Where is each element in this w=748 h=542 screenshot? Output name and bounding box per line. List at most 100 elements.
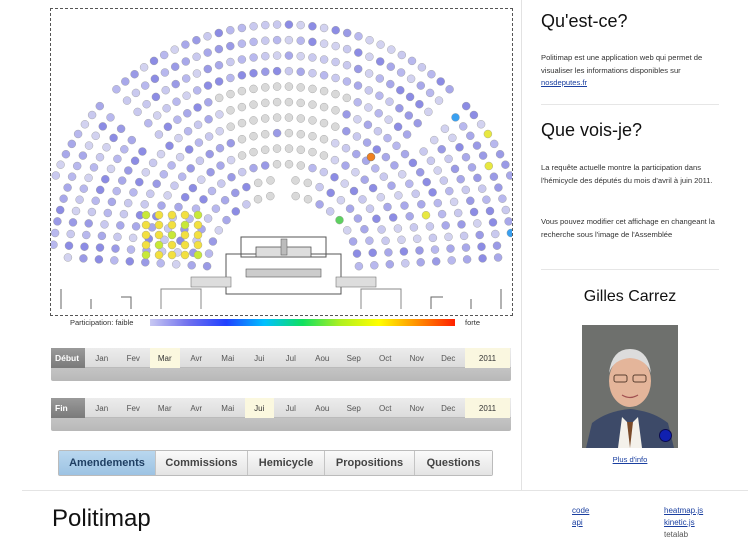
- seat[interactable]: [376, 57, 385, 66]
- seat[interactable]: [220, 195, 230, 205]
- seat[interactable]: [130, 156, 140, 166]
- seat[interactable]: [214, 226, 224, 235]
- seat[interactable]: [171, 79, 180, 89]
- seat[interactable]: [98, 122, 107, 131]
- seat[interactable]: [141, 250, 151, 260]
- seat[interactable]: [141, 168, 151, 177]
- seat[interactable]: [397, 235, 406, 245]
- seat[interactable]: [430, 135, 439, 145]
- seat[interactable]: [260, 129, 270, 139]
- seat[interactable]: [437, 145, 446, 154]
- seat[interactable]: [249, 22, 258, 31]
- seat[interactable]: [121, 77, 130, 86]
- seat[interactable]: [365, 204, 375, 213]
- seat[interactable]: [506, 228, 513, 238]
- seat[interactable]: [393, 224, 403, 233]
- start-year[interactable]: 2011: [465, 348, 510, 368]
- seat[interactable]: [79, 254, 88, 263]
- seat[interactable]: [416, 258, 425, 267]
- seat[interactable]: [358, 195, 367, 204]
- seat[interactable]: [461, 185, 470, 195]
- seat[interactable]: [125, 257, 135, 266]
- seat[interactable]: [186, 164, 195, 173]
- seat[interactable]: [161, 85, 170, 95]
- seat[interactable]: [67, 139, 76, 149]
- seat[interactable]: [95, 243, 105, 252]
- seat[interactable]: [478, 151, 488, 160]
- seat[interactable]: [184, 145, 194, 154]
- seat[interactable]: [51, 228, 60, 238]
- seat[interactable]: [87, 110, 97, 120]
- seat[interactable]: [215, 143, 225, 153]
- seat[interactable]: [472, 141, 482, 150]
- seat[interactable]: [180, 250, 190, 260]
- seat[interactable]: [173, 115, 182, 124]
- seat[interactable]: [106, 164, 116, 174]
- seat[interactable]: [387, 181, 396, 190]
- seat[interactable]: [385, 97, 394, 106]
- seat[interactable]: [249, 37, 258, 47]
- seat[interactable]: [401, 259, 410, 268]
- seat[interactable]: [478, 254, 487, 263]
- seat[interactable]: [116, 221, 125, 230]
- seat[interactable]: [163, 122, 173, 132]
- seat[interactable]: [467, 163, 477, 172]
- seat[interactable]: [215, 126, 224, 136]
- seat[interactable]: [319, 167, 328, 177]
- seat[interactable]: [226, 106, 235, 115]
- seat[interactable]: [272, 20, 282, 29]
- seat[interactable]: [237, 134, 247, 144]
- seat[interactable]: [159, 170, 169, 179]
- month-end-5[interactable]: Jui: [244, 398, 274, 418]
- seat[interactable]: [342, 126, 351, 136]
- seat[interactable]: [303, 194, 313, 204]
- seat[interactable]: [437, 209, 447, 219]
- seat[interactable]: [249, 116, 258, 125]
- seat[interactable]: [353, 98, 362, 107]
- seat[interactable]: [261, 98, 270, 108]
- seat[interactable]: [308, 22, 317, 31]
- seat[interactable]: [394, 191, 403, 200]
- seat[interactable]: [154, 210, 164, 220]
- seat[interactable]: [425, 222, 435, 231]
- seat[interactable]: [383, 202, 392, 212]
- seat[interactable]: [370, 261, 379, 270]
- seat[interactable]: [183, 126, 193, 136]
- month-end-0[interactable]: Jan: [87, 398, 117, 418]
- seat[interactable]: [375, 74, 384, 83]
- seat[interactable]: [214, 77, 224, 86]
- seat[interactable]: [354, 32, 363, 41]
- seat[interactable]: [352, 132, 362, 141]
- seat[interactable]: [400, 149, 410, 159]
- seat[interactable]: [402, 130, 412, 139]
- seat[interactable]: [260, 161, 270, 170]
- month-end-10[interactable]: Nov: [402, 398, 432, 418]
- month-end-9[interactable]: Oct: [371, 398, 401, 418]
- seat[interactable]: [433, 198, 442, 208]
- seat[interactable]: [373, 126, 383, 136]
- seat[interactable]: [272, 97, 282, 107]
- seat[interactable]: [151, 92, 161, 102]
- footer-link-tetalab[interactable]: tetalab: [664, 530, 688, 539]
- end-year[interactable]: 2011: [465, 398, 510, 418]
- seat[interactable]: [425, 88, 435, 98]
- seat[interactable]: [165, 141, 174, 151]
- seat[interactable]: [149, 56, 159, 66]
- seat[interactable]: [261, 52, 270, 61]
- seat[interactable]: [266, 176, 275, 185]
- seat[interactable]: [444, 232, 453, 242]
- seat[interactable]: [432, 257, 441, 266]
- seat[interactable]: [451, 113, 460, 122]
- seat[interactable]: [272, 66, 282, 76]
- seat[interactable]: [366, 152, 376, 162]
- seat[interactable]: [308, 53, 317, 62]
- seat[interactable]: [424, 107, 433, 117]
- seat[interactable]: [272, 35, 282, 45]
- seat[interactable]: [461, 243, 471, 252]
- seat[interactable]: [167, 230, 177, 240]
- seat[interactable]: [319, 102, 329, 112]
- hemicycle-svg[interactable]: [51, 9, 513, 316]
- seat[interactable]: [237, 151, 247, 160]
- data-type-tabs[interactable]: Amendements Commissions Hemicycle Propos…: [58, 450, 493, 476]
- seat[interactable]: [360, 224, 369, 234]
